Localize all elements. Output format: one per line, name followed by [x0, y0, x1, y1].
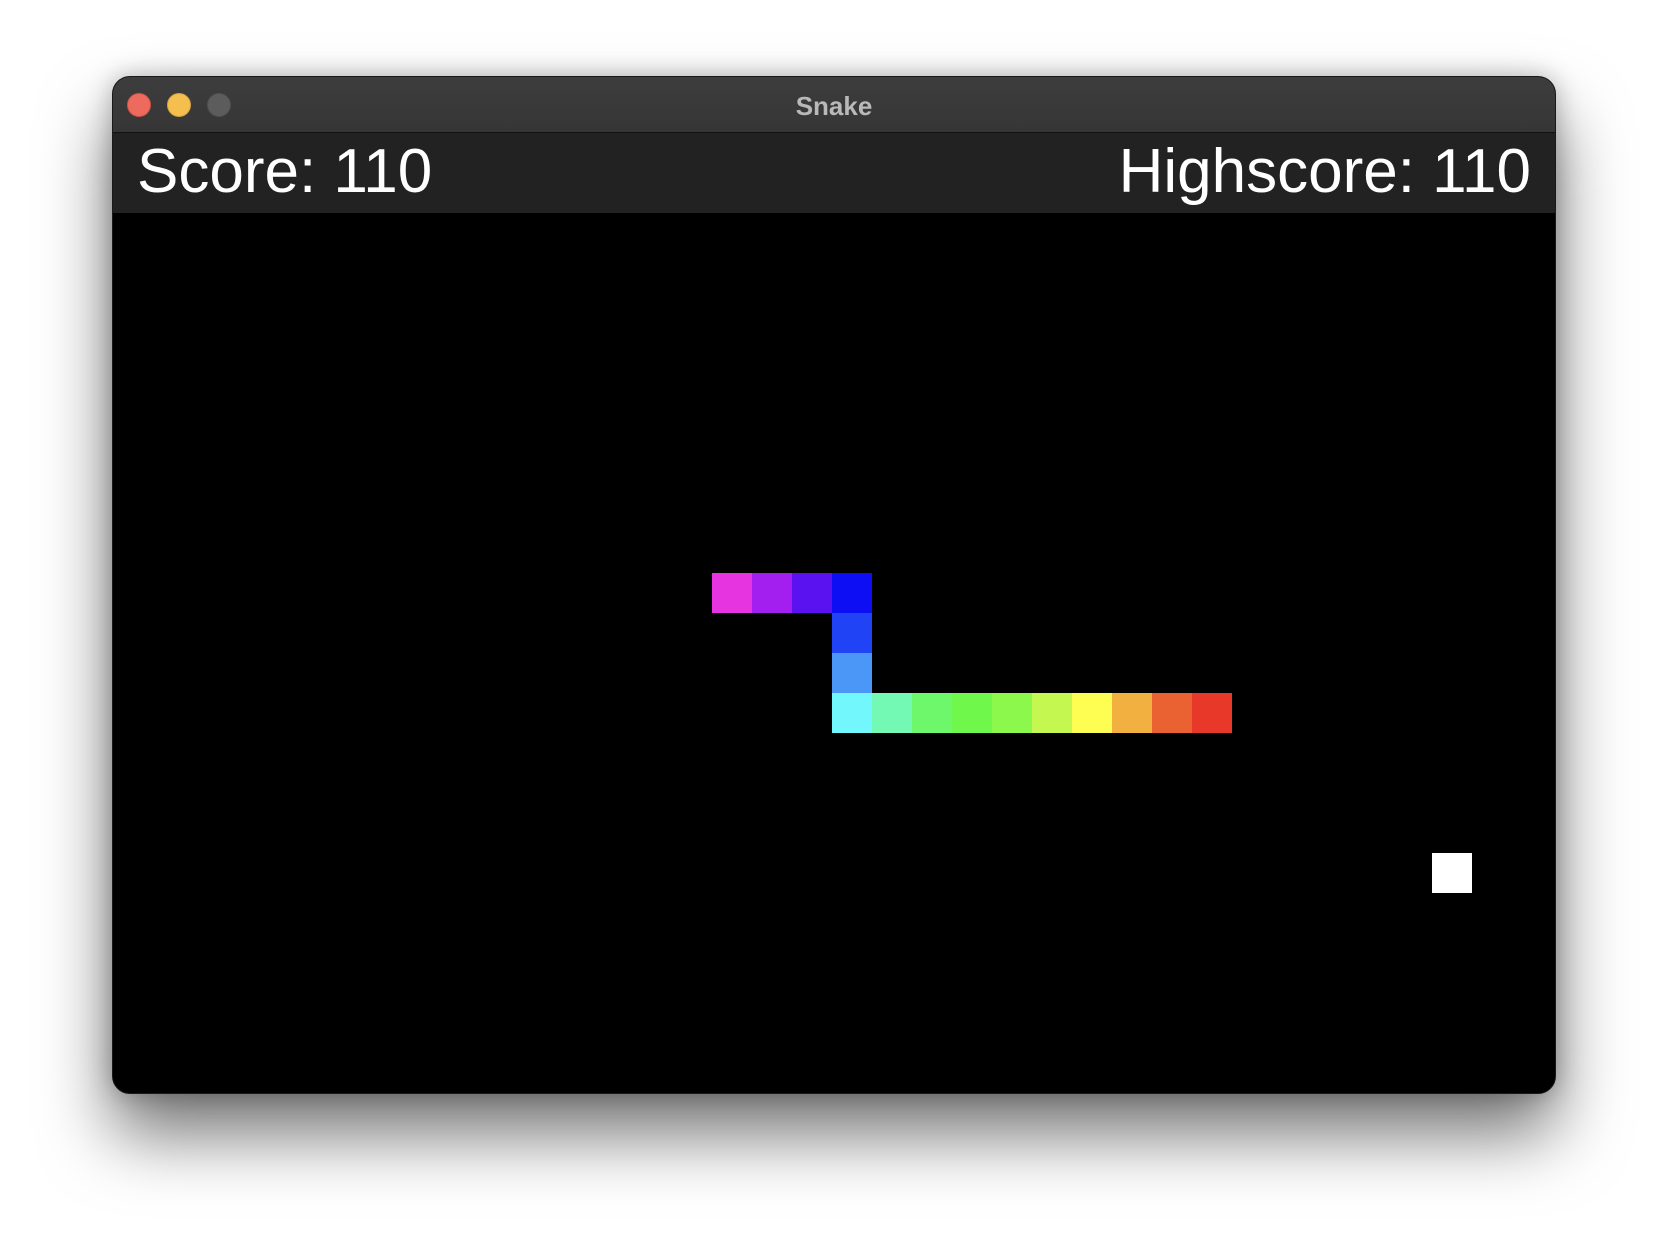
- snake-segment: [832, 653, 872, 693]
- snake-segment: [1072, 693, 1112, 733]
- snake-segment: [1032, 693, 1072, 733]
- snake-segment: [952, 693, 992, 733]
- snake-segment: [752, 573, 792, 613]
- window-title: Snake: [795, 91, 873, 121]
- snake-segment: [832, 693, 872, 733]
- snake-segment: [832, 613, 872, 653]
- game-window: Snake Score: 110 Highscore: 110: [112, 76, 1556, 1094]
- score-bar: Score: 110 Highscore: 110: [113, 133, 1555, 213]
- game-board[interactable]: [113, 213, 1555, 1093]
- snake-segment: [1112, 693, 1152, 733]
- snake-segment: [1152, 693, 1192, 733]
- snake-segment: [992, 693, 1032, 733]
- snake-segment: [832, 573, 872, 613]
- snake-segment: [872, 693, 912, 733]
- food-pellet: [1432, 853, 1472, 893]
- snake-segment: [792, 573, 832, 613]
- snake-segment: [1192, 693, 1232, 733]
- score-label: Score: 110: [137, 137, 433, 206]
- snake-head: [712, 573, 752, 613]
- title-bar[interactable]: Snake: [113, 77, 1555, 133]
- highscore-label: Highscore: 110: [1118, 137, 1531, 206]
- snake-segment: [912, 693, 952, 733]
